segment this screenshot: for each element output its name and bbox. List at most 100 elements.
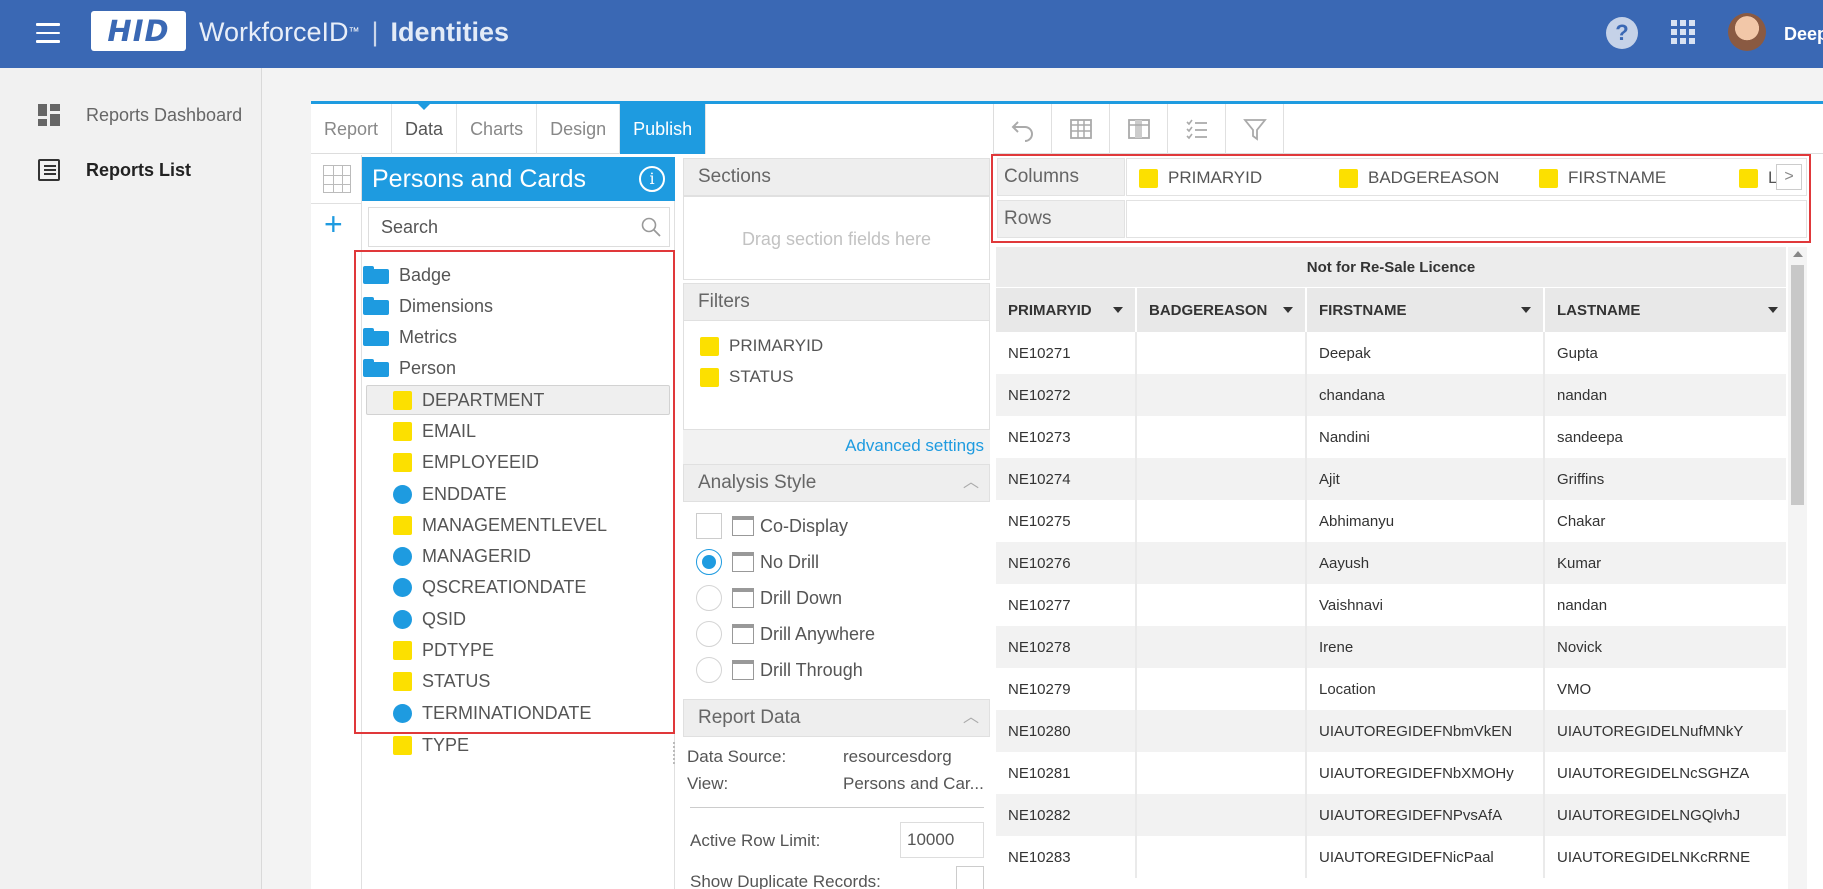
field-enddate[interactable]: ENDDATE (393, 480, 507, 508)
table-row: NE10276 Aayush Kumar (996, 542, 1786, 584)
tab-design[interactable]: Design (537, 104, 621, 154)
scrollbar-thumb[interactable] (1791, 265, 1804, 505)
user-name[interactable]: Deep (1784, 24, 1823, 45)
filter-item[interactable]: STATUS (700, 365, 794, 389)
sort-arrow-icon[interactable] (1768, 307, 1778, 313)
field-qsid[interactable]: QSID (393, 605, 466, 633)
panel-resize-handle[interactable] (673, 742, 677, 764)
field-pdtype[interactable]: PDTYPE (393, 636, 494, 664)
table-vertical-scrollbar[interactable] (1788, 247, 1807, 889)
field-managerid[interactable]: MANAGERID (393, 542, 531, 570)
column-chip[interactable]: FIRSTNAME (1539, 167, 1666, 189)
sections-drop-zone[interactable]: Drag section fields here (683, 196, 990, 280)
field-terminationdate[interactable]: TERMINATIONDATE (393, 699, 591, 727)
sort-arrow-icon[interactable] (1521, 307, 1531, 313)
tab-publish[interactable]: Publish (620, 104, 707, 154)
table-row: NE10280 UIAUTOREGIDEFNbmVkEN UIAUTOREGIDEL… (996, 710, 1786, 752)
filters-drop-zone[interactable]: PRIMARYID STATUS (683, 320, 990, 430)
grid-view-icon[interactable] (323, 165, 351, 193)
option-drill-anywhere[interactable]: Drill Anywhere (696, 619, 875, 649)
field-managementlevel[interactable]: MANAGEMENTLEVEL (393, 511, 607, 539)
radio-button[interactable] (696, 549, 722, 575)
column-header-primaryid[interactable]: PRIMARYID (996, 288, 1137, 332)
data-source-value: resourcesdorg (843, 747, 952, 766)
report-data-header[interactable]: Report Data ︿ (683, 699, 990, 737)
tab-charts[interactable]: Charts (457, 104, 538, 154)
table-row: NE10274 Ajit Griffins (996, 458, 1786, 500)
column-chip[interactable]: BADGEREASON (1339, 167, 1499, 189)
columns-drop-zone[interactable]: PRIMARYID BADGEREASON FIRSTNAME L (1126, 158, 1807, 196)
sort-arrow-icon[interactable] (1283, 307, 1293, 313)
folder-badge[interactable]: Badge (363, 261, 451, 289)
column-header-firstname[interactable]: FIRSTNAME (1306, 288, 1545, 332)
field-search[interactable] (368, 207, 670, 247)
collapse-chevron-icon[interactable]: ︿ (963, 700, 979, 736)
report-preview-table: Not for Re-Sale Licence PRIMARYID BADGER… (996, 247, 1786, 889)
column-header-lastname[interactable]: LASTNAME (1544, 288, 1786, 332)
tab-data[interactable]: Data (392, 104, 458, 154)
radio-button[interactable] (696, 621, 722, 647)
checklist-icon[interactable] (1168, 104, 1226, 154)
hamburger-menu-icon[interactable] (36, 23, 60, 43)
advanced-settings-link[interactable]: Advanced settings (845, 436, 984, 456)
row-limit-label: Active Row Limit: (690, 831, 821, 850)
search-icon[interactable] (641, 217, 661, 237)
show-duplicates-checkbox[interactable] (956, 866, 984, 889)
sort-arrow-icon[interactable] (1113, 307, 1123, 313)
option-drill-through[interactable]: Drill Through (696, 655, 863, 685)
date-field-icon (393, 703, 412, 723)
scroll-up-icon[interactable] (1793, 251, 1803, 257)
field-department[interactable]: DEPARTMENT (393, 386, 544, 414)
show-duplicates-label: Show Duplicate Records: (690, 872, 881, 889)
nav-item-reports-dashboard[interactable]: Reports Dashboard (38, 101, 242, 129)
table-icon[interactable] (1052, 104, 1110, 154)
nav-item-label: Reports List (86, 159, 192, 180)
filter-icon[interactable] (1226, 104, 1284, 154)
avatar[interactable] (1728, 13, 1766, 51)
info-icon[interactable]: i (639, 166, 665, 192)
filters-header: Filters (683, 283, 990, 321)
no-drill-icon (732, 552, 754, 572)
dimension-field-icon (393, 671, 412, 691)
collapse-chevron-icon[interactable]: ︿ (963, 465, 979, 501)
table-row: NE10279 Location VMO (996, 668, 1786, 710)
dimension-field-icon (393, 390, 412, 410)
option-no-drill[interactable]: No Drill (696, 547, 819, 577)
folder-dimensions[interactable]: Dimensions (363, 292, 493, 320)
field-email[interactable]: EMAIL (393, 417, 476, 445)
column-layout-icon[interactable] (1110, 104, 1168, 154)
rows-drop-zone[interactable] (1126, 200, 1807, 238)
co-display-option[interactable]: Co-Display (696, 511, 848, 541)
fields-panel-header: Persons and Cards i (362, 157, 675, 201)
analysis-style-header[interactable]: Analysis Style ︿ (683, 464, 990, 502)
panel-side-column: + (311, 155, 362, 889)
app-title: WorkforceID™ | Identities (199, 17, 510, 47)
dimension-field-icon (393, 452, 412, 472)
field-status[interactable]: STATUS (393, 667, 490, 695)
folder-person[interactable]: Person (363, 354, 456, 382)
co-display-checkbox[interactable] (696, 513, 722, 539)
search-input[interactable] (369, 208, 619, 246)
filter-item[interactable]: PRIMARYID (700, 334, 823, 358)
help-icon[interactable]: ? (1606, 17, 1638, 49)
nav-item-reports-list[interactable]: Reports List (38, 156, 191, 184)
scroll-right-icon[interactable]: > (1776, 164, 1802, 190)
field-qscreationdate[interactable]: QSCREATIONDATE (393, 573, 586, 601)
field-type[interactable]: TYPE (393, 731, 469, 759)
column-header-badgereason[interactable]: BADGEREASON (1136, 288, 1307, 332)
tab-report[interactable]: Report (311, 104, 393, 154)
radio-button[interactable] (696, 657, 722, 683)
add-icon[interactable]: + (324, 208, 343, 240)
column-chip[interactable]: L (1739, 167, 1777, 189)
row-limit-input[interactable]: 10000 (900, 822, 984, 858)
option-drill-down[interactable]: Drill Down (696, 583, 842, 613)
folder-icon (363, 328, 389, 346)
sections-header: Sections (683, 158, 990, 196)
folder-metrics[interactable]: Metrics (363, 323, 457, 351)
undo-icon[interactable] (994, 104, 1052, 154)
table-row: NE10277 Vaishnavi nandan (996, 584, 1786, 626)
field-employeeid[interactable]: EMPLOYEEID (393, 448, 539, 476)
radio-button[interactable] (696, 585, 722, 611)
column-chip[interactable]: PRIMARYID (1139, 167, 1262, 189)
apps-grid-icon[interactable] (1671, 20, 1695, 44)
